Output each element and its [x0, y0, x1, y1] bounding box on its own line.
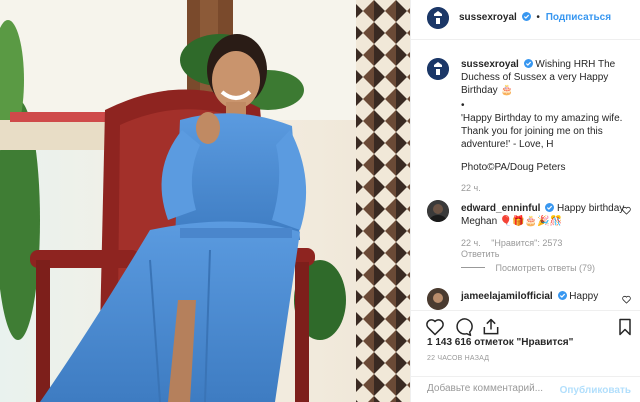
post-photo[interactable]: [0, 0, 410, 402]
comment-avatar[interactable]: [427, 200, 449, 222]
post-side-panel: sussexroyal • Подписаться sussexroyal Wi…: [410, 0, 640, 402]
comment-username[interactable]: edward_enninful: [461, 203, 540, 214]
like-heart-icon[interactable]: [425, 317, 445, 337]
caption-avatar[interactable]: [427, 58, 449, 80]
view-replies[interactable]: Посмотреть ответы (79): [461, 263, 595, 273]
heart-icon[interactable]: [622, 295, 631, 304]
monogram-icon: [427, 7, 449, 29]
post-photo-illustration: [0, 0, 410, 402]
likes-count[interactable]: 1 143 616 отметок "Нравится": [427, 337, 573, 348]
caption-credit: Photo©PA/Doug Peters: [461, 162, 566, 173]
verified-icon: [521, 12, 531, 21]
caption-quote: 'Happy Birthday to my amazing wife. Than…: [461, 113, 623, 150]
header-separator: •: [536, 12, 540, 23]
profile-photo-icon: [427, 200, 449, 222]
comment-time[interactable]: 22 ч.: [461, 238, 481, 248]
reply-button[interactable]: Ответить: [461, 249, 499, 259]
post-header: sussexroyal • Подписаться: [411, 0, 640, 40]
bookmark-icon[interactable]: [615, 317, 635, 337]
share-icon[interactable]: [481, 317, 501, 337]
post-time[interactable]: 22 ЧАСОВ НАЗАД: [427, 355, 489, 362]
publish-button[interactable]: Опубликовать: [560, 385, 631, 396]
caption: sussexroyal Wishing HRH The Duchess of S…: [461, 58, 629, 174]
comment-username[interactable]: jameelajamilofficial: [461, 291, 553, 302]
caption-meta: 22 ч.: [461, 183, 489, 193]
header-username[interactable]: sussexroyal: [459, 12, 517, 23]
comment-icon[interactable]: [453, 317, 473, 337]
caption-bullet: •: [461, 100, 465, 111]
comment-meta: 22 ч. "Нравится": 2573: [461, 238, 570, 248]
monogram-icon: [427, 58, 449, 80]
verified-icon: [545, 203, 555, 212]
comment-likes[interactable]: "Нравится": 2573: [491, 238, 562, 248]
comment-avatar[interactable]: [427, 288, 449, 310]
comment-input[interactable]: [427, 383, 567, 394]
heart-icon[interactable]: [622, 206, 631, 215]
caption-username[interactable]: sussexroyal: [461, 59, 519, 70]
profile-photo-icon: [427, 288, 449, 310]
verified-icon: [523, 59, 533, 68]
add-comment-bar: Опубликовать: [411, 376, 640, 402]
comment-2: jameelajamilofficial Happy: [461, 290, 629, 303]
follow-button[interactable]: Подписаться: [546, 12, 611, 23]
comment-text: Happy: [569, 291, 599, 302]
author-avatar[interactable]: [427, 7, 449, 29]
view-replies-label: Посмотреть ответы (79): [495, 263, 596, 273]
comments-list[interactable]: sussexroyal Wishing HRH The Duchess of S…: [411, 40, 640, 310]
replies-divider: [461, 267, 485, 268]
verified-icon: [557, 291, 567, 300]
caption-time[interactable]: 22 ч.: [461, 183, 481, 193]
comment-1: edward_enninful Happy birthday Meghan 🎈🎁…: [461, 202, 629, 228]
